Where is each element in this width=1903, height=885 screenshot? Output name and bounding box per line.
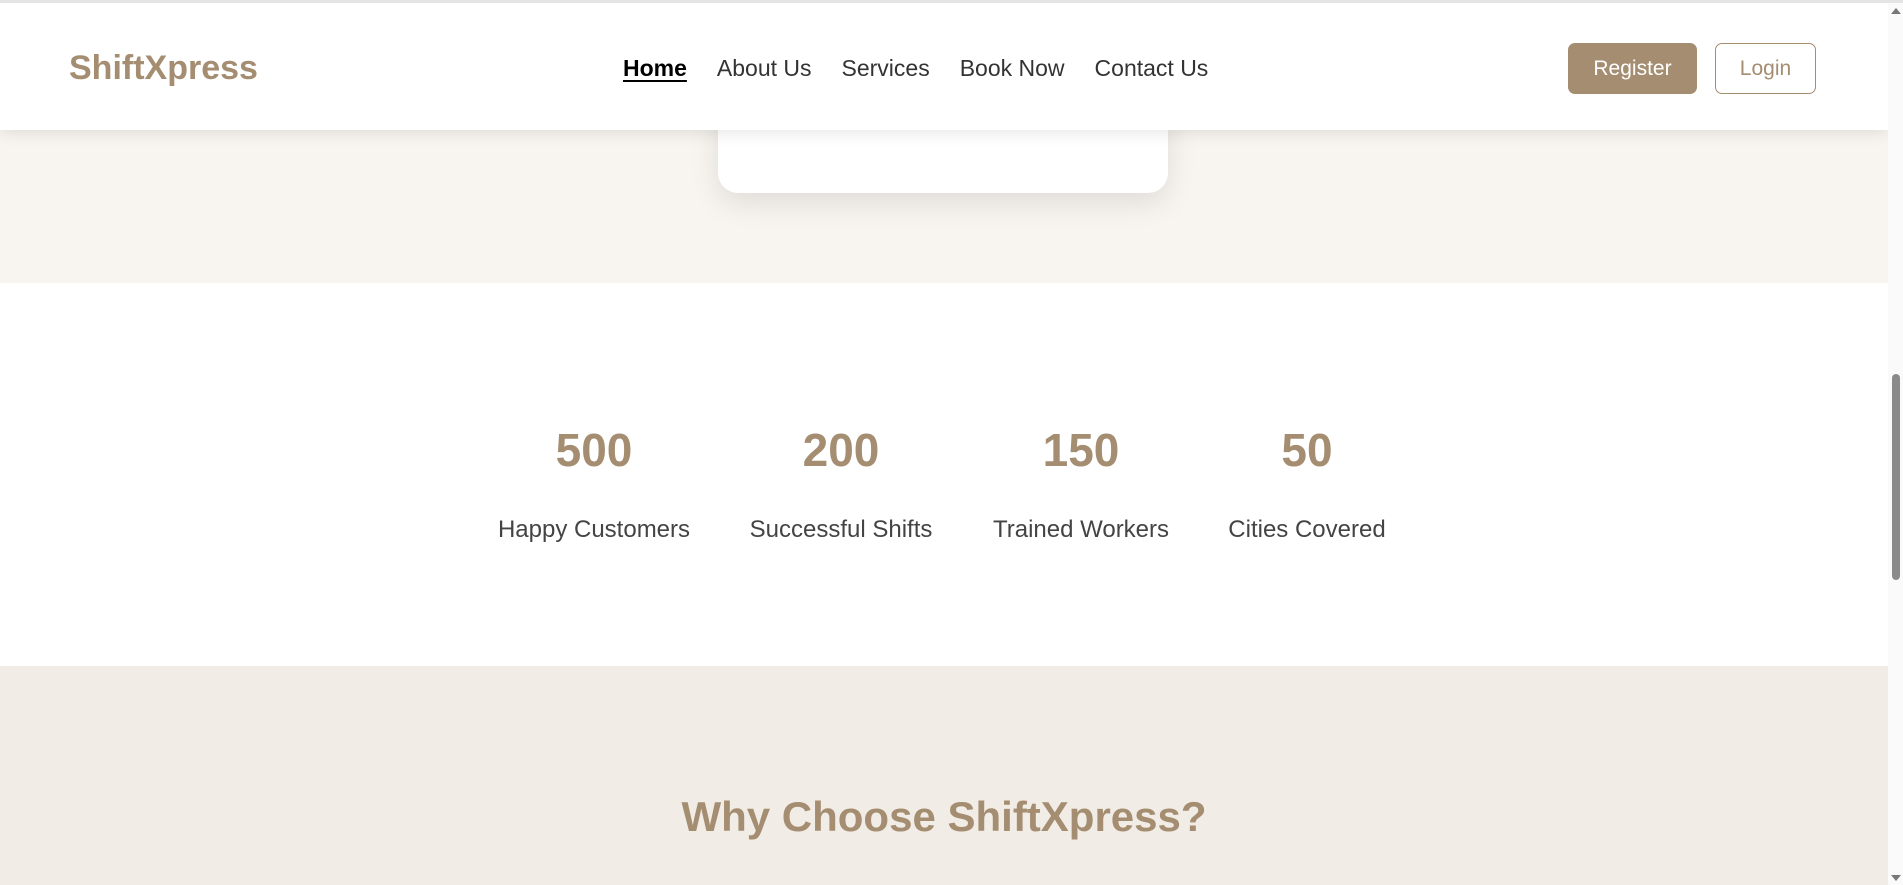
nav-book-now[interactable]: Book Now	[960, 55, 1065, 82]
nav-about-us[interactable]: About Us	[717, 55, 812, 82]
why-choose-section: Why Choose ShiftXpress?	[0, 666, 1888, 885]
nav-contact-us[interactable]: Contact Us	[1095, 55, 1209, 82]
scroll-down-arrow-icon[interactable]	[1891, 875, 1901, 881]
window-top-border	[0, 0, 1903, 3]
register-button[interactable]: Register	[1568, 43, 1697, 94]
stat-value: 150	[1042, 424, 1120, 476]
stat-cities-covered: 50 Cities Covered	[1187, 423, 1427, 544]
stats-section: 500 Happy Customers 200 Successful Shift…	[0, 283, 1888, 666]
logo[interactable]: ShiftXpress	[69, 49, 258, 88]
stat-value: 500	[555, 424, 633, 476]
scrollbar-thumb[interactable]	[1892, 374, 1900, 580]
stat-label: Cities Covered	[1228, 516, 1386, 543]
main-nav: Home About Us Services Book Now Contact …	[623, 55, 1208, 82]
stat-label: Trained Workers	[992, 516, 1170, 543]
login-button[interactable]: Login	[1715, 43, 1816, 94]
stat-value: 200	[802, 424, 880, 476]
nav-home[interactable]: Home	[623, 55, 687, 82]
stat-label: Happy Customers	[497, 516, 691, 543]
section-heading: Why Choose ShiftXpress?	[681, 793, 1207, 840]
scroll-up-arrow-icon[interactable]	[1891, 8, 1901, 14]
scrollbar[interactable]	[1888, 3, 1903, 885]
nav-services[interactable]: Services	[842, 55, 930, 82]
page: ShiftXpress Home About Us Services Book …	[0, 0, 1888, 885]
site-header: ShiftXpress Home About Us Services Book …	[0, 3, 1888, 130]
stat-value: 50	[1281, 424, 1333, 476]
stat-happy-customers: 500 Happy Customers	[474, 423, 714, 544]
stat-trained-workers: 150 Trained Workers	[961, 423, 1201, 544]
stat-successful-shifts: 200 Successful Shifts	[721, 423, 961, 544]
stat-label: Successful Shifts	[749, 516, 933, 543]
